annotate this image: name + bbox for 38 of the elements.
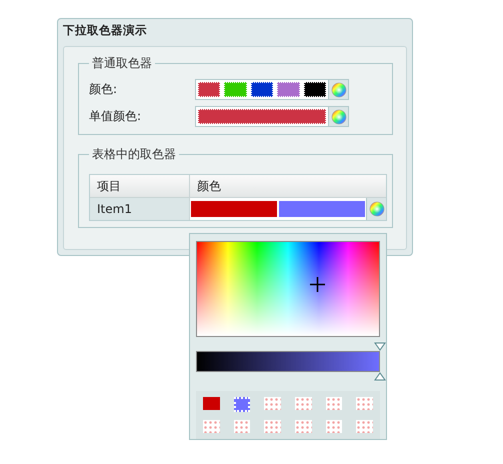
color-swatch[interactable] — [294, 420, 312, 433]
color-swatch[interactable] — [250, 82, 274, 97]
color-swatch[interactable] — [356, 420, 373, 433]
color-swatch[interactable] — [264, 420, 281, 433]
color-swatch[interactable] — [234, 420, 250, 433]
color-swatch[interactable] — [198, 109, 326, 124]
color-picker[interactable] — [195, 79, 349, 100]
brightness-slider[interactable] — [196, 351, 380, 372]
slider-thumb[interactable] — [374, 372, 386, 381]
color-swatch[interactable] — [294, 397, 312, 410]
column-header: 颜色 — [196, 178, 221, 195]
color-swatch[interactable] — [326, 420, 342, 433]
color-swatch[interactable] — [224, 82, 247, 97]
color-wheel-icon[interactable] — [328, 80, 348, 99]
color-swatch[interactable] — [356, 397, 373, 410]
group-legend: 表格中的取色器 — [89, 147, 179, 162]
color-swatch[interactable] — [203, 397, 220, 410]
color-swatch[interactable] — [191, 201, 277, 217]
color-swatch[interactable] — [279, 201, 365, 217]
group-legend: 普通取色器 — [89, 56, 155, 71]
color-swatch[interactable] — [234, 397, 250, 412]
color-wheel-icon[interactable] — [366, 198, 386, 220]
color-picker[interactable] — [195, 106, 349, 127]
slider-thumb[interactable] — [374, 342, 386, 351]
color-swatch[interactable] — [264, 397, 281, 410]
crosshair-icon[interactable] — [310, 277, 325, 292]
color-swatch[interactable] — [198, 82, 220, 97]
color-spectrum[interactable] — [196, 241, 380, 337]
color-wheel-icon[interactable] — [328, 107, 348, 126]
color-swatch[interactable] — [326, 397, 342, 410]
field-label: 单值颜色: — [89, 108, 142, 125]
color-swatch[interactable] — [203, 420, 220, 433]
field-label: 颜色: — [89, 81, 118, 98]
color-picker[interactable] — [190, 198, 386, 220]
panel-title: 下拉取色器演示 — [62, 22, 148, 39]
color-swatch[interactable] — [277, 82, 300, 97]
color-swatch[interactable] — [304, 82, 326, 97]
column-header: 项目 — [90, 175, 190, 197]
